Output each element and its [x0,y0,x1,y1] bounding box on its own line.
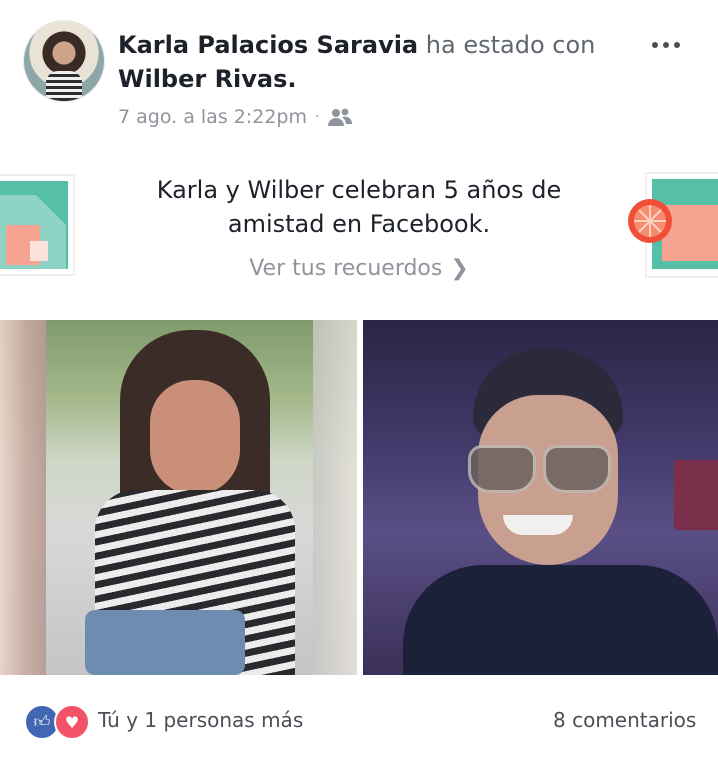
memory-message: Karla y Wilber celebran 5 años de amista… [156,176,562,238]
memory-decoration-left-icon [0,174,75,276]
more-dot [652,42,658,48]
post-timestamp[interactable]: 7 ago. a las 2:22pm [118,101,307,133]
photo-left[interactable] [0,320,357,675]
post-meta: 7 ago. a las 2:22pm · [118,101,353,133]
author-avatar[interactable] [24,21,104,101]
post-author-line: Karla Palacios Saravia ha estado con Wil… [118,28,638,96]
with-connector: ha estado con [425,31,596,59]
meta-separator: · [314,109,320,125]
reaction-icons[interactable]: 👍︎ ♥ [24,704,94,740]
chevron-right-icon: ❯ [450,256,469,281]
friendship-memory: Karla y Wilber celebran 5 años de amista… [0,155,718,305]
wall-decoration [674,460,718,530]
sunglasses-lens [468,445,536,493]
author-name[interactable]: Karla Palacios Saravia [118,31,418,59]
post-footer: 👍︎ ♥ Tú y 1 personas más 8 comentarios [0,690,718,750]
photo-blur-edge [313,320,357,675]
photo-figure-shorts [85,610,245,675]
memory-decoration-right-icon [628,172,718,278]
photo-figure-shirt [403,565,718,675]
photo-figure-face [150,380,240,495]
photo-right[interactable] [363,320,718,675]
see-memories-label: Ver tus recuerdos [249,256,443,281]
love-icon: ♥ [54,704,90,740]
more-dot [663,42,669,48]
post-header: Karla Palacios Saravia ha estado con Wil… [0,0,718,140]
photo-collage [0,320,718,675]
more-dot [674,42,680,48]
friends-icon[interactable] [327,107,353,127]
reactions-summary[interactable]: Tú y 1 personas más [98,704,303,736]
tagged-name[interactable]: Wilber Rivas. [118,65,297,93]
comments-count[interactable]: 8 comentarios [553,704,696,736]
avatar-figure [46,71,82,101]
photo-blur-edge [0,320,46,675]
see-memories-link[interactable]: Ver tus recuerdos ❯ [200,253,518,285]
sunglasses-lens [543,445,611,493]
photo-figure-smile [503,515,573,535]
more-options-button[interactable] [646,30,686,60]
